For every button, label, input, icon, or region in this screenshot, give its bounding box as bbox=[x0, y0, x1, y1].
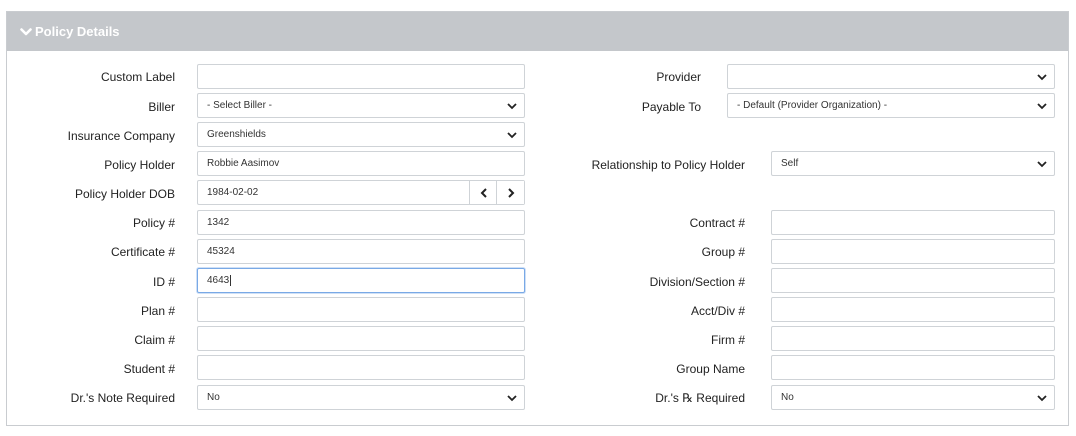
division-section-num-input[interactable] bbox=[771, 268, 1055, 293]
policy-details-panel: Policy Details Custom Label Biller - Sel… bbox=[6, 11, 1069, 426]
policy-num-input[interactable]: 1342 bbox=[197, 210, 525, 235]
policy-details-header[interactable]: Policy Details bbox=[7, 12, 1068, 51]
label-drs-rx-required: Dr.'s ℞ Required bbox=[655, 391, 745, 405]
custom-label-input[interactable] bbox=[197, 64, 525, 89]
drs-note-required-select[interactable]: No bbox=[197, 385, 525, 410]
policy-num-value: 1342 bbox=[207, 217, 230, 228]
certificate-num-input[interactable]: 45324 bbox=[197, 239, 525, 264]
label-drs-note-required: Dr.'s Note Required bbox=[70, 391, 175, 405]
label-plan-num: Plan # bbox=[140, 304, 175, 318]
chevron-down-icon bbox=[20, 27, 32, 35]
chevron-down-icon bbox=[1037, 161, 1047, 168]
policy-holder-dob-value: 1984-02-02 bbox=[207, 187, 259, 198]
label-acct-div-num: Acct/Div # bbox=[690, 304, 745, 318]
plan-num-input[interactable] bbox=[197, 297, 525, 322]
insurance-company-select[interactable]: Greenshields bbox=[197, 122, 525, 147]
provider-select[interactable] bbox=[727, 64, 1055, 89]
label-contract-num: Contract # bbox=[689, 216, 745, 230]
label-claim-num: Claim # bbox=[134, 333, 175, 347]
chevron-left-icon bbox=[480, 187, 487, 198]
policy-holder-dob-input[interactable]: 1984-02-02 bbox=[197, 180, 525, 205]
label-group-name: Group Name bbox=[676, 362, 745, 376]
drs-rx-required-select[interactable]: No bbox=[771, 385, 1055, 410]
payable-to-value: - Default (Provider Organization) - bbox=[737, 100, 888, 111]
label-custom-label: Custom Label bbox=[100, 70, 175, 84]
label-firm-num: Firm # bbox=[711, 333, 745, 347]
label-id-num: ID # bbox=[152, 275, 175, 289]
label-group-num: Group # bbox=[701, 245, 745, 259]
label-insurance-company: Insurance Company bbox=[67, 129, 175, 143]
firm-num-input[interactable] bbox=[771, 326, 1055, 351]
id-num-input[interactable]: 4643 bbox=[197, 268, 525, 293]
group-num-input[interactable] bbox=[771, 239, 1055, 264]
certificate-num-value: 45324 bbox=[207, 246, 235, 257]
biller-value: - Select Biller - bbox=[207, 100, 273, 111]
label-policy-holder-dob: Policy Holder DOB bbox=[74, 187, 175, 201]
label-policy-holder: Policy Holder bbox=[104, 158, 175, 172]
claim-num-input[interactable] bbox=[197, 326, 525, 351]
label-division-section-num: Division/Section # bbox=[649, 275, 745, 289]
chevron-down-icon bbox=[507, 395, 517, 402]
drs-note-required-value: No bbox=[207, 392, 220, 403]
chevron-down-icon bbox=[507, 132, 517, 139]
chevron-right-icon bbox=[507, 187, 514, 198]
chevron-down-icon bbox=[507, 103, 517, 110]
date-next-button[interactable] bbox=[496, 181, 524, 204]
acct-div-num-input[interactable] bbox=[771, 297, 1055, 322]
policy-holder-value: Robbie Aasimov bbox=[207, 158, 280, 169]
panel-title: Policy Details bbox=[35, 24, 120, 39]
chevron-down-icon bbox=[1037, 74, 1047, 81]
chevron-down-icon bbox=[1037, 395, 1047, 402]
drs-rx-required-value: No bbox=[781, 392, 794, 403]
label-certificate-num: Certificate # bbox=[110, 245, 175, 259]
label-payable-to: Payable To bbox=[641, 100, 701, 114]
relationship-value: Self bbox=[781, 158, 799, 169]
text-cursor bbox=[230, 275, 232, 286]
group-name-input[interactable] bbox=[771, 355, 1055, 380]
label-policy-num: Policy # bbox=[132, 216, 175, 230]
label-relationship: Relationship to Policy Holder bbox=[591, 158, 745, 172]
relationship-select[interactable]: Self bbox=[771, 151, 1055, 176]
payable-to-select[interactable]: - Default (Provider Organization) - bbox=[727, 93, 1055, 118]
id-num-value: 4643 bbox=[207, 275, 230, 286]
biller-select[interactable]: - Select Biller - bbox=[197, 93, 525, 118]
insurance-company-value: Greenshields bbox=[207, 129, 266, 140]
student-num-input[interactable] bbox=[197, 355, 525, 380]
label-provider: Provider bbox=[656, 70, 701, 84]
chevron-down-icon bbox=[1037, 103, 1047, 110]
contract-num-input[interactable] bbox=[771, 210, 1055, 235]
label-biller: Biller bbox=[148, 100, 175, 114]
label-student-num: Student # bbox=[123, 362, 175, 376]
policy-holder-input[interactable]: Robbie Aasimov bbox=[197, 151, 525, 176]
date-prev-button[interactable] bbox=[469, 181, 497, 204]
